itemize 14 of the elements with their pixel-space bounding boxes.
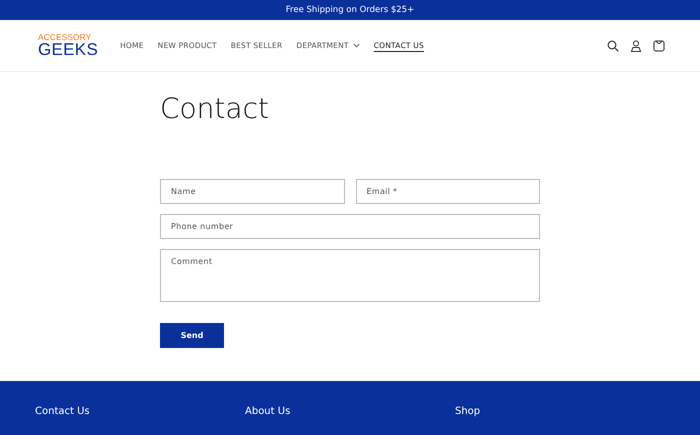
announcement-text: Free Shipping on Orders $25+ [286,5,414,15]
send-button[interactable]: Send [160,323,224,348]
page-title: Contact [160,92,270,125]
phone-field[interactable]: Phone number [160,214,540,239]
search-icon[interactable] [607,40,619,52]
cart-icon[interactable] [653,40,665,52]
account-icon[interactable] [630,40,642,52]
logo[interactable]: ACCESSORY GEEKS [38,32,98,58]
footer-heading: Shop [455,406,482,419]
comment-field[interactable]: Comment [160,249,540,302]
email-field[interactable]: Email * [356,179,540,204]
footer-heading: Contact Us [35,406,91,419]
footer-heading: About Us [245,406,292,419]
name-field[interactable]: Name [160,179,344,204]
